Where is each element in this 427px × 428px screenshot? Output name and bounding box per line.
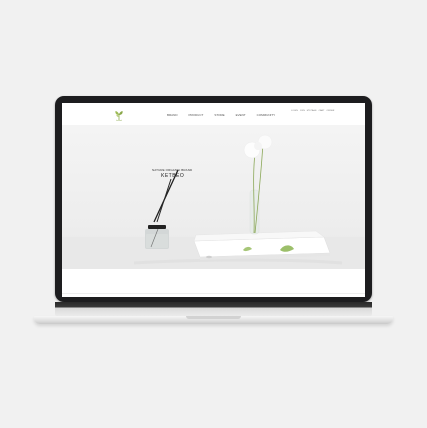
nav-item-product[interactable]: PRODUCT: [189, 113, 204, 117]
nav-item-community[interactable]: COMMUNITY: [257, 113, 276, 117]
main-nav: BRAND PRODUCT STORE EVENT COMMUNITY: [167, 113, 275, 117]
content-area: [62, 269, 365, 297]
hero-brand-title: KETBEO: [161, 173, 185, 179]
util-cart[interactable]: CART: [319, 110, 325, 113]
util-login[interactable]: LOGIN: [291, 110, 298, 113]
hero-image: [62, 134, 365, 269]
laptop-notch: [186, 316, 241, 319]
util-mypage[interactable]: MY PAGE: [307, 110, 317, 113]
laptop-hinge: [55, 302, 372, 316]
laptop-screen: kenod BRAND PRODUCT STORE EVENT COMMUNIT…: [62, 103, 365, 297]
util-order[interactable]: ORDER: [326, 110, 334, 113]
nav-item-store[interactable]: STORE: [214, 113, 224, 117]
hero-tagline: NATURE ORGANIC BRAND: [152, 168, 193, 172]
nav-item-brand[interactable]: BRAND: [167, 113, 178, 117]
divider: [62, 293, 365, 294]
book-stack: [193, 230, 331, 260]
utility-nav: LOGIN JOIN MY PAGE CART ORDER: [291, 110, 334, 113]
site-header: kenod BRAND PRODUCT STORE EVENT COMMUNIT…: [62, 103, 365, 125]
hero-banner[interactable]: NATURE ORGANIC BRAND KETBEO: [62, 125, 365, 269]
nav-item-event[interactable]: EVENT: [236, 113, 246, 117]
util-join[interactable]: JOIN: [300, 110, 305, 113]
flower-vase: [243, 134, 273, 235]
logo-text: kenod: [116, 120, 122, 122]
